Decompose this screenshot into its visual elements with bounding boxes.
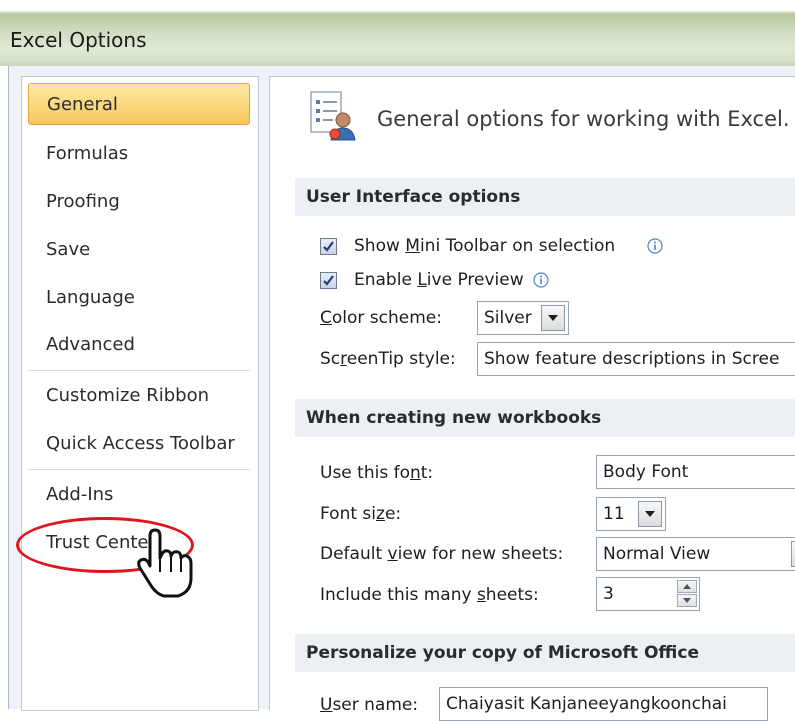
font-value: Body Font: [603, 462, 689, 482]
nav-divider: [28, 370, 250, 371]
info-icon[interactable]: [647, 238, 663, 254]
font-label: Use this font:: [320, 463, 433, 483]
nav-item-label: Save: [46, 239, 91, 260]
font-dropdown[interactable]: Body Font: [596, 455, 795, 489]
default-view-label: Default view for new sheets:: [320, 544, 563, 564]
live-preview-checkbox[interactable]: [320, 272, 337, 289]
label-part: Enable: [354, 270, 418, 290]
arrow-up-icon: [683, 584, 691, 589]
chevron-down-icon: [645, 511, 655, 517]
dropdown-button[interactable]: [541, 305, 565, 331]
screentip-style-dropdown[interactable]: Show feature descriptions in Scree: [477, 342, 795, 376]
sheets-count-value: 3: [603, 584, 614, 604]
nav-item-add-ins[interactable]: Add-Ins: [28, 474, 250, 516]
sheets-count-label: Include this many sheets:: [320, 585, 539, 605]
info-icon[interactable]: [533, 272, 549, 288]
accesskey-letter: C: [320, 308, 332, 328]
mini-toolbar-checkbox[interactable]: [320, 238, 337, 255]
accesskey-letter: n: [409, 463, 421, 483]
nav-panel: General Formulas Proofing Save Language …: [21, 76, 259, 711]
label-part: ini Toolbar on selection: [419, 236, 616, 256]
label-part: iew for new sheets:: [397, 544, 564, 564]
color-scheme-label: Color scheme:: [320, 308, 442, 328]
content-panel: General options for working with Excel. …: [269, 76, 795, 721]
live-preview-label: Enable Live Preview: [354, 270, 524, 290]
font-size-dropdown[interactable]: 11: [596, 497, 666, 531]
nav-item-label: Add-Ins: [46, 484, 114, 505]
label-part: e:: [384, 504, 402, 524]
font-size-label: Font size:: [320, 504, 401, 524]
label-part: eenTip style:: [346, 349, 456, 369]
nav-item-formulas[interactable]: Formulas: [28, 133, 250, 175]
default-view-dropdown[interactable]: Normal View: [596, 537, 795, 571]
screentip-style-label: ScreenTip style:: [320, 349, 456, 369]
section-header-new-workbooks: When creating new workbooks: [295, 399, 795, 437]
label-part: Include this many: [320, 585, 477, 605]
dropdown-button[interactable]: [791, 541, 795, 567]
label-part: ive Preview: [426, 270, 524, 290]
hand-pointer-icon: [137, 528, 193, 598]
nav-item-save[interactable]: Save: [28, 229, 250, 271]
accesskey-letter: M: [405, 236, 420, 256]
label-part: Sc: [320, 349, 341, 369]
title-bar: Excel Options: [0, 0, 795, 66]
arrow-down-icon: [683, 598, 691, 603]
label-part: t:: [420, 463, 434, 483]
nav-item-label: Customize Ribbon: [46, 385, 209, 406]
nav-item-proofing[interactable]: Proofing: [28, 181, 250, 223]
accesskey-letter: s: [476, 585, 486, 605]
spin-down-button[interactable]: [677, 594, 697, 607]
nav-item-label: Language: [46, 287, 135, 308]
nav-item-label: Quick Access Toolbar: [46, 433, 235, 454]
nav-item-label: General: [47, 94, 118, 115]
checkmark-icon: [323, 241, 334, 252]
label-part: Use this fo: [320, 463, 410, 483]
default-view-value: Normal View: [603, 544, 711, 564]
dropdown-button[interactable]: [638, 501, 662, 527]
mini-toolbar-label: Show Mini Toolbar on selection: [354, 236, 615, 256]
general-options-icon: [310, 91, 356, 141]
nav-divider: [28, 469, 250, 470]
color-scheme-value: Silver: [484, 308, 532, 328]
spin-up-button[interactable]: [677, 580, 697, 593]
nav-item-customize-ribbon[interactable]: Customize Ribbon: [28, 375, 250, 417]
page-title: General options for working with Excel.: [377, 107, 790, 131]
nav-item-general[interactable]: General: [28, 83, 250, 125]
user-name-label: User name:: [320, 695, 418, 715]
nav-item-language[interactable]: Language: [28, 277, 250, 319]
accesskey-letter: v: [387, 544, 398, 564]
accesskey-letter: r: [340, 349, 347, 369]
accesskey-letter: z: [376, 504, 385, 524]
nav-item-label: Advanced: [46, 334, 135, 355]
nav-item-quick-access-toolbar[interactable]: Quick Access Toolbar: [28, 423, 250, 465]
screentip-style-value: Show feature descriptions in Scree: [484, 349, 780, 369]
nav-item-advanced[interactable]: Advanced: [28, 324, 250, 366]
section-header-personalize: Personalize your copy of Microsoft Offic…: [295, 634, 795, 672]
label-part: ser name:: [332, 695, 419, 715]
nav-item-label: Formulas: [46, 143, 129, 164]
label-part: Show: [354, 236, 406, 256]
user-name-input[interactable]: Chaiyasit Kanjaneeyangkoonchai: [439, 687, 768, 721]
label-part: heets:: [485, 585, 539, 605]
label-part: olor scheme:: [331, 308, 442, 328]
color-scheme-dropdown[interactable]: Silver: [477, 301, 569, 335]
accesskey-letter: U: [320, 695, 333, 715]
label-part: Font si: [320, 504, 376, 524]
nav-item-label: Proofing: [46, 191, 120, 212]
font-size-value: 11: [603, 504, 625, 524]
label-part: Default: [320, 544, 388, 564]
chevron-down-icon: [548, 315, 558, 321]
sheets-count-spinner[interactable]: 3: [596, 577, 700, 611]
checkmark-icon: [323, 275, 334, 286]
accesskey-letter: L: [417, 270, 427, 290]
section-header-user-interface: User Interface options: [295, 178, 795, 216]
window-title: Excel Options: [10, 28, 147, 52]
user-name-value: Chaiyasit Kanjaneeyangkoonchai: [446, 694, 727, 714]
